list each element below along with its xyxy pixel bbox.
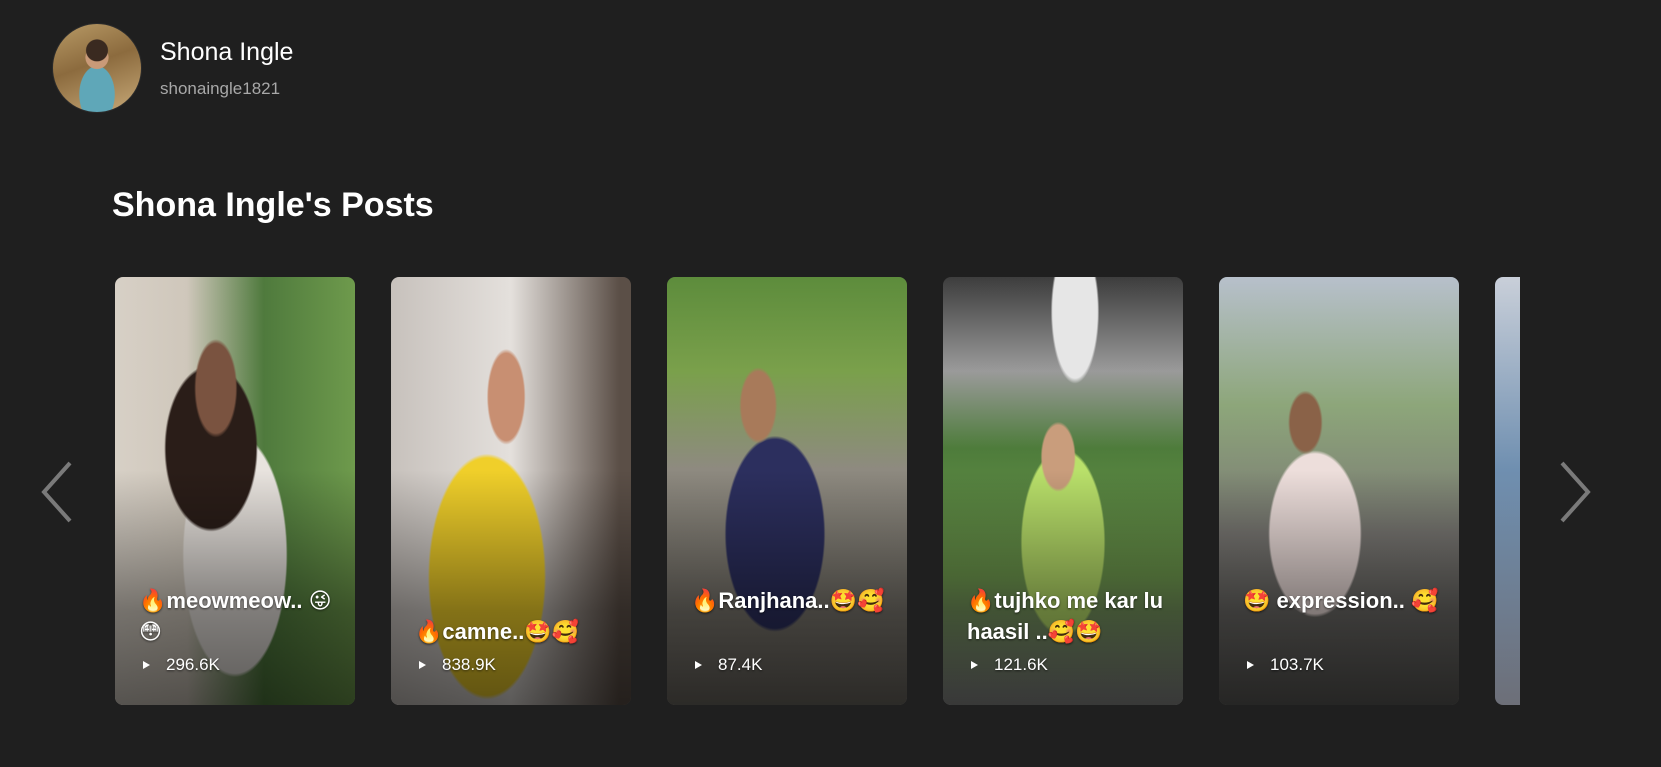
carousel-viewport: 🔥meowmeow.. 😜😳 296.6K 🔥camne..🤩🥰 838.9K bbox=[115, 277, 1520, 705]
post-caption: 🔥meowmeow.. 😜😳 bbox=[139, 588, 332, 644]
post-caption: 🤩 expression.. 🥰 bbox=[1243, 588, 1439, 613]
post-card[interactable]: 🤩 expression.. 🥰 103.7K bbox=[1219, 277, 1459, 705]
post-cards: 🔥meowmeow.. 😜😳 296.6K 🔥camne..🤩🥰 838.9K bbox=[115, 277, 1520, 705]
carousel-prev-button[interactable] bbox=[36, 457, 84, 527]
post-views: 296.6K bbox=[143, 655, 220, 675]
post-card[interactable]: 🔥Ranjhana..🤩🥰 87.4K bbox=[667, 277, 907, 705]
post-caption: 🔥Ranjhana..🤩🥰 bbox=[691, 588, 885, 613]
post-thumbnail bbox=[1495, 277, 1520, 705]
play-icon bbox=[971, 661, 978, 669]
chevron-left-icon bbox=[41, 461, 72, 523]
post-view-count: 87.4K bbox=[718, 655, 763, 674]
post-caption: 🔥tujhko me kar lu haasil ..🥰🤩 bbox=[967, 588, 1164, 644]
post-caption: 🔥camne..🤩🥰 bbox=[415, 619, 580, 644]
post-views: 121.6K bbox=[971, 655, 1048, 675]
profile-handle: shonaingle1821 bbox=[160, 79, 281, 98]
posts-carousel: 🔥meowmeow.. 😜😳 296.6K 🔥camne..🤩🥰 838.9K bbox=[0, 277, 1661, 705]
play-icon bbox=[143, 661, 150, 669]
chevron-right-icon bbox=[1560, 461, 1591, 523]
profile-name[interactable]: Shona Ingle bbox=[160, 37, 293, 67]
post-views: 103.7K bbox=[1247, 655, 1324, 675]
play-icon bbox=[419, 661, 426, 669]
carousel-next-button[interactable] bbox=[1548, 457, 1596, 527]
post-views: 838.9K bbox=[419, 655, 496, 675]
post-view-count: 103.7K bbox=[1270, 655, 1324, 674]
profile-header: Shona Ingle shonaingle1821 bbox=[52, 23, 293, 113]
post-card[interactable] bbox=[1495, 277, 1520, 705]
avatar[interactable] bbox=[52, 23, 142, 113]
post-view-count: 296.6K bbox=[166, 655, 220, 674]
play-icon bbox=[695, 661, 702, 669]
play-icon bbox=[1247, 661, 1254, 669]
posts-section-title: Shona Ingle's Posts bbox=[112, 186, 434, 224]
post-card[interactable]: 🔥meowmeow.. 😜😳 296.6K bbox=[115, 277, 355, 705]
post-view-count: 838.9K bbox=[442, 655, 496, 674]
profile-text: Shona Ingle shonaingle1821 bbox=[160, 37, 293, 99]
post-card[interactable]: 🔥camne..🤩🥰 838.9K bbox=[391, 277, 631, 705]
post-card[interactable]: 🔥tujhko me kar lu haasil ..🥰🤩 121.6K bbox=[943, 277, 1183, 705]
post-view-count: 121.6K bbox=[994, 655, 1048, 674]
post-views: 87.4K bbox=[695, 655, 762, 675]
